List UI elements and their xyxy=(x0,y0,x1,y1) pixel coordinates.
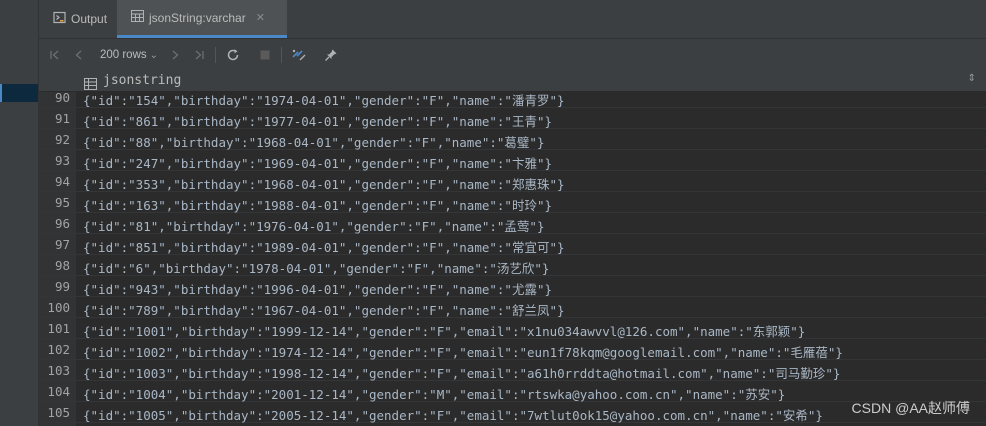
row-number: 100 xyxy=(47,300,70,315)
table-row[interactable]: 101 {"id":"1001","birthday":"1999-12-14"… xyxy=(39,318,986,339)
jsonstring-cell[interactable]: {"id":"851","birthday":"1989-04-01","gen… xyxy=(83,237,565,256)
chevron-down-icon: ⌄ xyxy=(149,49,159,61)
jsonstring-cell[interactable]: {"id":"353","birthday":"1968-04-01","gen… xyxy=(83,174,565,193)
row-number: 105 xyxy=(47,405,70,420)
row-number: 99 xyxy=(54,279,70,294)
column-header-row: jsonstring ⇕ xyxy=(39,71,986,92)
refresh-icon[interactable] xyxy=(224,46,242,64)
left-tool-panel xyxy=(0,0,39,426)
jsonstring-cell[interactable]: {"id":"1004","birthday":"2001-12-14","ge… xyxy=(83,384,785,403)
table-icon xyxy=(131,10,144,25)
row-number: 102 xyxy=(47,342,70,357)
jsonstring-cell[interactable]: {"id":"1003","birthday":"1998-12-14","ge… xyxy=(83,363,840,382)
jsonstring-cell[interactable]: {"id":"1005","birthday":"2005-12-14","ge… xyxy=(83,405,823,424)
toolbar-divider xyxy=(215,47,216,63)
row-number: 91 xyxy=(54,111,70,126)
jsonstring-cell[interactable]: {"id":"81","birthday":"1976-04-01","gend… xyxy=(83,216,545,235)
row-number: 97 xyxy=(54,237,70,252)
jsonstring-cell[interactable]: {"id":"247","birthday":"1969-04-01","gen… xyxy=(83,153,552,172)
row-number: 101 xyxy=(47,321,70,336)
output-icon xyxy=(53,11,66,27)
table-row[interactable]: 91 {"id":"861","birthday":"1977-04-01","… xyxy=(39,108,986,129)
jsonstring-cell[interactable]: {"id":"6","birthday":"1978-04-01","gende… xyxy=(83,258,549,277)
result-grid: 90 {"id":"154","birthday":"1974-04-01","… xyxy=(39,92,986,426)
selected-item-highlight[interactable] xyxy=(0,84,38,102)
table-row[interactable]: 102 {"id":"1002","birthday":"1974-12-14"… xyxy=(39,339,986,360)
jsonstring-cell[interactable]: {"id":"861","birthday":"1977-04-01","gen… xyxy=(83,111,552,130)
previous-page-icon[interactable] xyxy=(71,46,87,64)
results-toolbar: 200 rows ⌄ xyxy=(39,39,986,72)
table-row[interactable]: 105 {"id":"1005","birthday":"2005-12-14"… xyxy=(39,402,986,423)
tab-output[interactable]: Output xyxy=(39,0,117,38)
row-number: 96 xyxy=(54,216,70,231)
tab-jsonstring-varchar[interactable]: jsonString:varchar ✕ xyxy=(117,0,287,38)
row-number: 103 xyxy=(47,363,70,378)
row-number: 90 xyxy=(54,92,70,105)
jsonstring-cell[interactable]: {"id":"163","birthday":"1988-04-01","gen… xyxy=(83,195,552,214)
results-panel: Output jsonString:varchar ✕ 200 rows ⌄ j… xyxy=(39,0,986,426)
toolbar-divider xyxy=(281,47,282,63)
column-header-jsonstring[interactable]: jsonstring xyxy=(103,73,181,88)
stop-icon[interactable] xyxy=(257,46,273,64)
last-page-icon[interactable] xyxy=(191,46,207,64)
sort-icon[interactable]: ⇕ xyxy=(968,73,976,84)
table-row[interactable]: 104 {"id":"1004","birthday":"2001-12-14"… xyxy=(39,381,986,402)
table-row[interactable]: 97 {"id":"851","birthday":"1989-04-01","… xyxy=(39,234,986,255)
tab-label: Output xyxy=(71,12,108,26)
page-size-dropdown[interactable]: 200 rows ⌄ xyxy=(97,46,161,64)
row-number: 95 xyxy=(54,195,70,210)
next-page-icon[interactable] xyxy=(167,46,183,64)
row-number: 98 xyxy=(54,258,70,273)
row-number: 94 xyxy=(54,174,70,189)
table-row[interactable]: 93 {"id":"247","birthday":"1969-04-01","… xyxy=(39,150,986,171)
first-page-icon[interactable] xyxy=(47,46,63,64)
transpose-icon[interactable] xyxy=(289,46,309,64)
table-row[interactable]: 99 {"id":"943","birthday":"1996-04-01","… xyxy=(39,276,986,297)
jsonstring-cell[interactable]: {"id":"1002","birthday":"1974-12-14","ge… xyxy=(83,342,843,361)
rows-count-label: 200 rows xyxy=(99,49,147,61)
watermark-text: CSDN @AA赵师傅 xyxy=(851,400,970,416)
jsonstring-cell[interactable]: {"id":"789","birthday":"1967-04-01","gen… xyxy=(83,300,565,319)
table-row[interactable]: 96 {"id":"81","birthday":"1976-04-01","g… xyxy=(39,213,986,234)
table-row[interactable]: 92 {"id":"88","birthday":"1968-04-01","g… xyxy=(39,129,986,150)
tab-bar: Output jsonString:varchar ✕ xyxy=(39,0,986,39)
jsonstring-cell[interactable]: {"id":"154","birthday":"1974-04-01","gen… xyxy=(83,92,565,109)
table-row[interactable]: 98 {"id":"6","birthday":"1978-04-01","ge… xyxy=(39,255,986,276)
table-row[interactable]: 103 {"id":"1003","birthday":"1998-12-14"… xyxy=(39,360,986,381)
tab-label: jsonString:varchar xyxy=(149,10,246,25)
close-icon[interactable]: ✕ xyxy=(256,11,265,24)
row-number: 92 xyxy=(54,132,70,147)
jsonstring-cell[interactable]: {"id":"1001","birthday":"1999-12-14","ge… xyxy=(83,321,805,340)
pin-icon[interactable] xyxy=(322,46,340,64)
row-number: 93 xyxy=(54,153,70,168)
jsonstring-cell[interactable]: {"id":"88","birthday":"1968-04-01","gend… xyxy=(83,132,545,151)
table-row[interactable]: 100 {"id":"789","birthday":"1967-04-01",… xyxy=(39,297,986,318)
table-row[interactable]: 95 {"id":"163","birthday":"1988-04-01","… xyxy=(39,192,986,213)
jsonstring-cell[interactable]: {"id":"943","birthday":"1996-04-01","gen… xyxy=(83,279,552,298)
table-row[interactable]: 94 {"id":"353","birthday":"1968-04-01","… xyxy=(39,171,986,192)
row-number: 104 xyxy=(47,384,70,399)
table-row[interactable]: 90 {"id":"154","birthday":"1974-04-01","… xyxy=(39,92,986,108)
